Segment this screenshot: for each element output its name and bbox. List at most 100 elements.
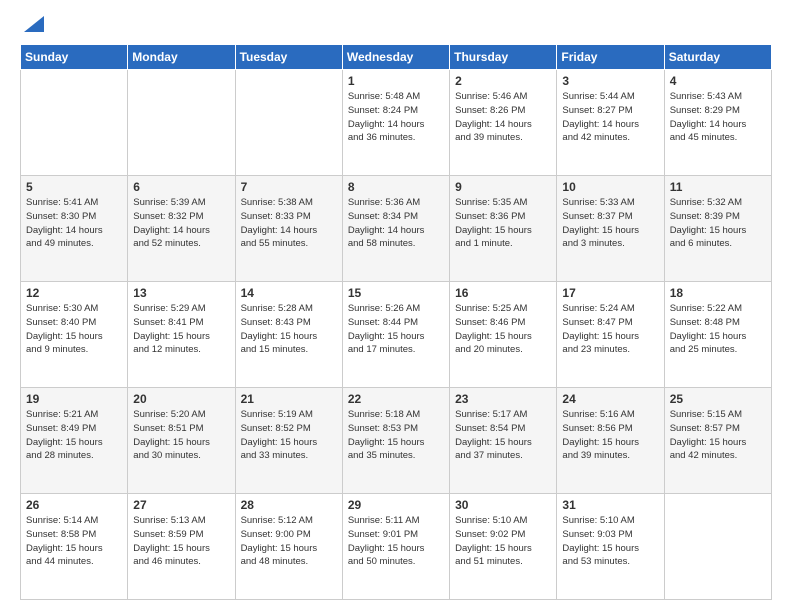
- table-row: 9 Sunrise: 5:35 AM Sunset: 8:36 PM Daylig…: [450, 176, 557, 282]
- day-number: 14: [241, 286, 337, 300]
- table-row: 22 Sunrise: 5:18 AM Sunset: 8:53 PM Dayli…: [342, 388, 449, 494]
- calendar-week-row: 1Sunrise: 5:48 AM Sunset: 8:24 PM Daylig…: [21, 70, 772, 176]
- logo-icon: [22, 12, 44, 34]
- day-info: Sunrise: 5:33 AM Sunset: 8:37 PM Dayligh…: [562, 196, 658, 251]
- day-number: 28: [241, 498, 337, 512]
- logo: [20, 16, 44, 34]
- table-row: 21 Sunrise: 5:19 AM Sunset: 8:52 PM Dayli…: [235, 388, 342, 494]
- col-friday: Friday: [557, 45, 664, 70]
- col-thursday: Thursday: [450, 45, 557, 70]
- day-number: 25: [670, 392, 766, 406]
- day-info: Sunrise: 5:30 AM Sunset: 8:40 PM Dayligh…: [26, 302, 122, 357]
- day-number: 15: [348, 286, 444, 300]
- day-number: 9: [455, 180, 551, 194]
- day-info: Sunrise: 5:11 AM Sunset: 9:01 PM Dayligh…: [348, 514, 444, 569]
- day-info: Sunrise: 5:46 AM Sunset: 8:26 PM Dayligh…: [455, 90, 551, 145]
- day-number: 21: [241, 392, 337, 406]
- day-number: 7: [241, 180, 337, 194]
- table-row: 16 Sunrise: 5:25 AM Sunset: 8:46 PM Dayli…: [450, 282, 557, 388]
- table-row: 17Sunrise: 5:24 AM Sunset: 8:47 PM Dayli…: [557, 282, 664, 388]
- day-number: 18: [670, 286, 766, 300]
- table-row: 11 Sunrise: 5:32 AM Sunset: 8:39 PM Dayli…: [664, 176, 771, 282]
- day-info: Sunrise: 5:12 AM Sunset: 9:00 PM Dayligh…: [241, 514, 337, 569]
- calendar-week-row: 5 Sunrise: 5:41 AM Sunset: 8:30 PM Daylig…: [21, 176, 772, 282]
- table-row: [21, 70, 128, 176]
- day-number: 27: [133, 498, 229, 512]
- day-number: 23: [455, 392, 551, 406]
- day-info: Sunrise: 5:38 AM Sunset: 8:33 PM Dayligh…: [241, 196, 337, 251]
- day-info: Sunrise: 5:32 AM Sunset: 8:39 PM Dayligh…: [670, 196, 766, 251]
- day-number: 19: [26, 392, 122, 406]
- day-number: 31: [562, 498, 658, 512]
- table-row: 23 Sunrise: 5:17 AM Sunset: 8:54 PM Dayli…: [450, 388, 557, 494]
- day-number: 10: [562, 180, 658, 194]
- day-info: Sunrise: 5:25 AM Sunset: 8:46 PM Dayligh…: [455, 302, 551, 357]
- day-number: 2: [455, 74, 551, 88]
- table-row: 20 Sunrise: 5:20 AM Sunset: 8:51 PM Dayli…: [128, 388, 235, 494]
- table-row: 30 Sunrise: 5:10 AM Sunset: 9:02 PM Dayli…: [450, 494, 557, 600]
- day-number: 5: [26, 180, 122, 194]
- table-row: 13 Sunrise: 5:29 AM Sunset: 8:41 PM Dayli…: [128, 282, 235, 388]
- day-info: Sunrise: 5:35 AM Sunset: 8:36 PM Dayligh…: [455, 196, 551, 251]
- table-row: 29Sunrise: 5:11 AM Sunset: 9:01 PM Dayli…: [342, 494, 449, 600]
- day-number: 22: [348, 392, 444, 406]
- day-info: Sunrise: 5:16 AM Sunset: 8:56 PM Dayligh…: [562, 408, 658, 463]
- day-info: Sunrise: 5:22 AM Sunset: 8:48 PM Dayligh…: [670, 302, 766, 357]
- table-row: 1Sunrise: 5:48 AM Sunset: 8:24 PM Daylig…: [342, 70, 449, 176]
- calendar-week-row: 26Sunrise: 5:14 AM Sunset: 8:58 PM Dayli…: [21, 494, 772, 600]
- table-row: 19 Sunrise: 5:21 AM Sunset: 8:49 PM Dayli…: [21, 388, 128, 494]
- day-info: Sunrise: 5:39 AM Sunset: 8:32 PM Dayligh…: [133, 196, 229, 251]
- day-info: Sunrise: 5:17 AM Sunset: 8:54 PM Dayligh…: [455, 408, 551, 463]
- table-row: 31Sunrise: 5:10 AM Sunset: 9:03 PM Dayli…: [557, 494, 664, 600]
- day-number: 1: [348, 74, 444, 88]
- col-wednesday: Wednesday: [342, 45, 449, 70]
- day-info: Sunrise: 5:18 AM Sunset: 8:53 PM Dayligh…: [348, 408, 444, 463]
- table-row: 14 Sunrise: 5:28 AM Sunset: 8:43 PM Dayli…: [235, 282, 342, 388]
- table-row: 25 Sunrise: 5:15 AM Sunset: 8:57 PM Dayli…: [664, 388, 771, 494]
- table-row: 18 Sunrise: 5:22 AM Sunset: 8:48 PM Dayli…: [664, 282, 771, 388]
- day-number: 13: [133, 286, 229, 300]
- day-info: Sunrise: 5:44 AM Sunset: 8:27 PM Dayligh…: [562, 90, 658, 145]
- day-info: Sunrise: 5:43 AM Sunset: 8:29 PM Dayligh…: [670, 90, 766, 145]
- table-row: 2 Sunrise: 5:46 AM Sunset: 8:26 PM Daylig…: [450, 70, 557, 176]
- header: [20, 16, 772, 34]
- table-row: 28 Sunrise: 5:12 AM Sunset: 9:00 PM Dayli…: [235, 494, 342, 600]
- day-number: 26: [26, 498, 122, 512]
- table-row: 4 Sunrise: 5:43 AM Sunset: 8:29 PM Daylig…: [664, 70, 771, 176]
- day-number: 11: [670, 180, 766, 194]
- calendar-table: Sunday Monday Tuesday Wednesday Thursday…: [20, 44, 772, 600]
- col-saturday: Saturday: [664, 45, 771, 70]
- table-row: 5 Sunrise: 5:41 AM Sunset: 8:30 PM Daylig…: [21, 176, 128, 282]
- day-info: Sunrise: 5:20 AM Sunset: 8:51 PM Dayligh…: [133, 408, 229, 463]
- day-number: 24: [562, 392, 658, 406]
- day-number: 4: [670, 74, 766, 88]
- day-number: 3: [562, 74, 658, 88]
- day-info: Sunrise: 5:19 AM Sunset: 8:52 PM Dayligh…: [241, 408, 337, 463]
- page: Sunday Monday Tuesday Wednesday Thursday…: [0, 0, 792, 612]
- col-monday: Monday: [128, 45, 235, 70]
- calendar-week-row: 12Sunrise: 5:30 AM Sunset: 8:40 PM Dayli…: [21, 282, 772, 388]
- day-info: Sunrise: 5:36 AM Sunset: 8:34 PM Dayligh…: [348, 196, 444, 251]
- table-row: 3 Sunrise: 5:44 AM Sunset: 8:27 PM Daylig…: [557, 70, 664, 176]
- day-number: 20: [133, 392, 229, 406]
- table-row: 8 Sunrise: 5:36 AM Sunset: 8:34 PM Daylig…: [342, 176, 449, 282]
- calendar-header-row: Sunday Monday Tuesday Wednesday Thursday…: [21, 45, 772, 70]
- day-info: Sunrise: 5:10 AM Sunset: 9:02 PM Dayligh…: [455, 514, 551, 569]
- day-info: Sunrise: 5:24 AM Sunset: 8:47 PM Dayligh…: [562, 302, 658, 357]
- day-info: Sunrise: 5:13 AM Sunset: 8:59 PM Dayligh…: [133, 514, 229, 569]
- day-info: Sunrise: 5:29 AM Sunset: 8:41 PM Dayligh…: [133, 302, 229, 357]
- table-row: [664, 494, 771, 600]
- calendar-week-row: 19 Sunrise: 5:21 AM Sunset: 8:49 PM Dayli…: [21, 388, 772, 494]
- table-row: 10 Sunrise: 5:33 AM Sunset: 8:37 PM Dayli…: [557, 176, 664, 282]
- day-number: 30: [455, 498, 551, 512]
- table-row: 24 Sunrise: 5:16 AM Sunset: 8:56 PM Dayli…: [557, 388, 664, 494]
- day-number: 16: [455, 286, 551, 300]
- day-info: Sunrise: 5:15 AM Sunset: 8:57 PM Dayligh…: [670, 408, 766, 463]
- day-info: Sunrise: 5:28 AM Sunset: 8:43 PM Dayligh…: [241, 302, 337, 357]
- day-info: Sunrise: 5:21 AM Sunset: 8:49 PM Dayligh…: [26, 408, 122, 463]
- day-number: 8: [348, 180, 444, 194]
- table-row: 27 Sunrise: 5:13 AM Sunset: 8:59 PM Dayli…: [128, 494, 235, 600]
- table-row: [128, 70, 235, 176]
- table-row: 6Sunrise: 5:39 AM Sunset: 8:32 PM Daylig…: [128, 176, 235, 282]
- day-info: Sunrise: 5:41 AM Sunset: 8:30 PM Dayligh…: [26, 196, 122, 251]
